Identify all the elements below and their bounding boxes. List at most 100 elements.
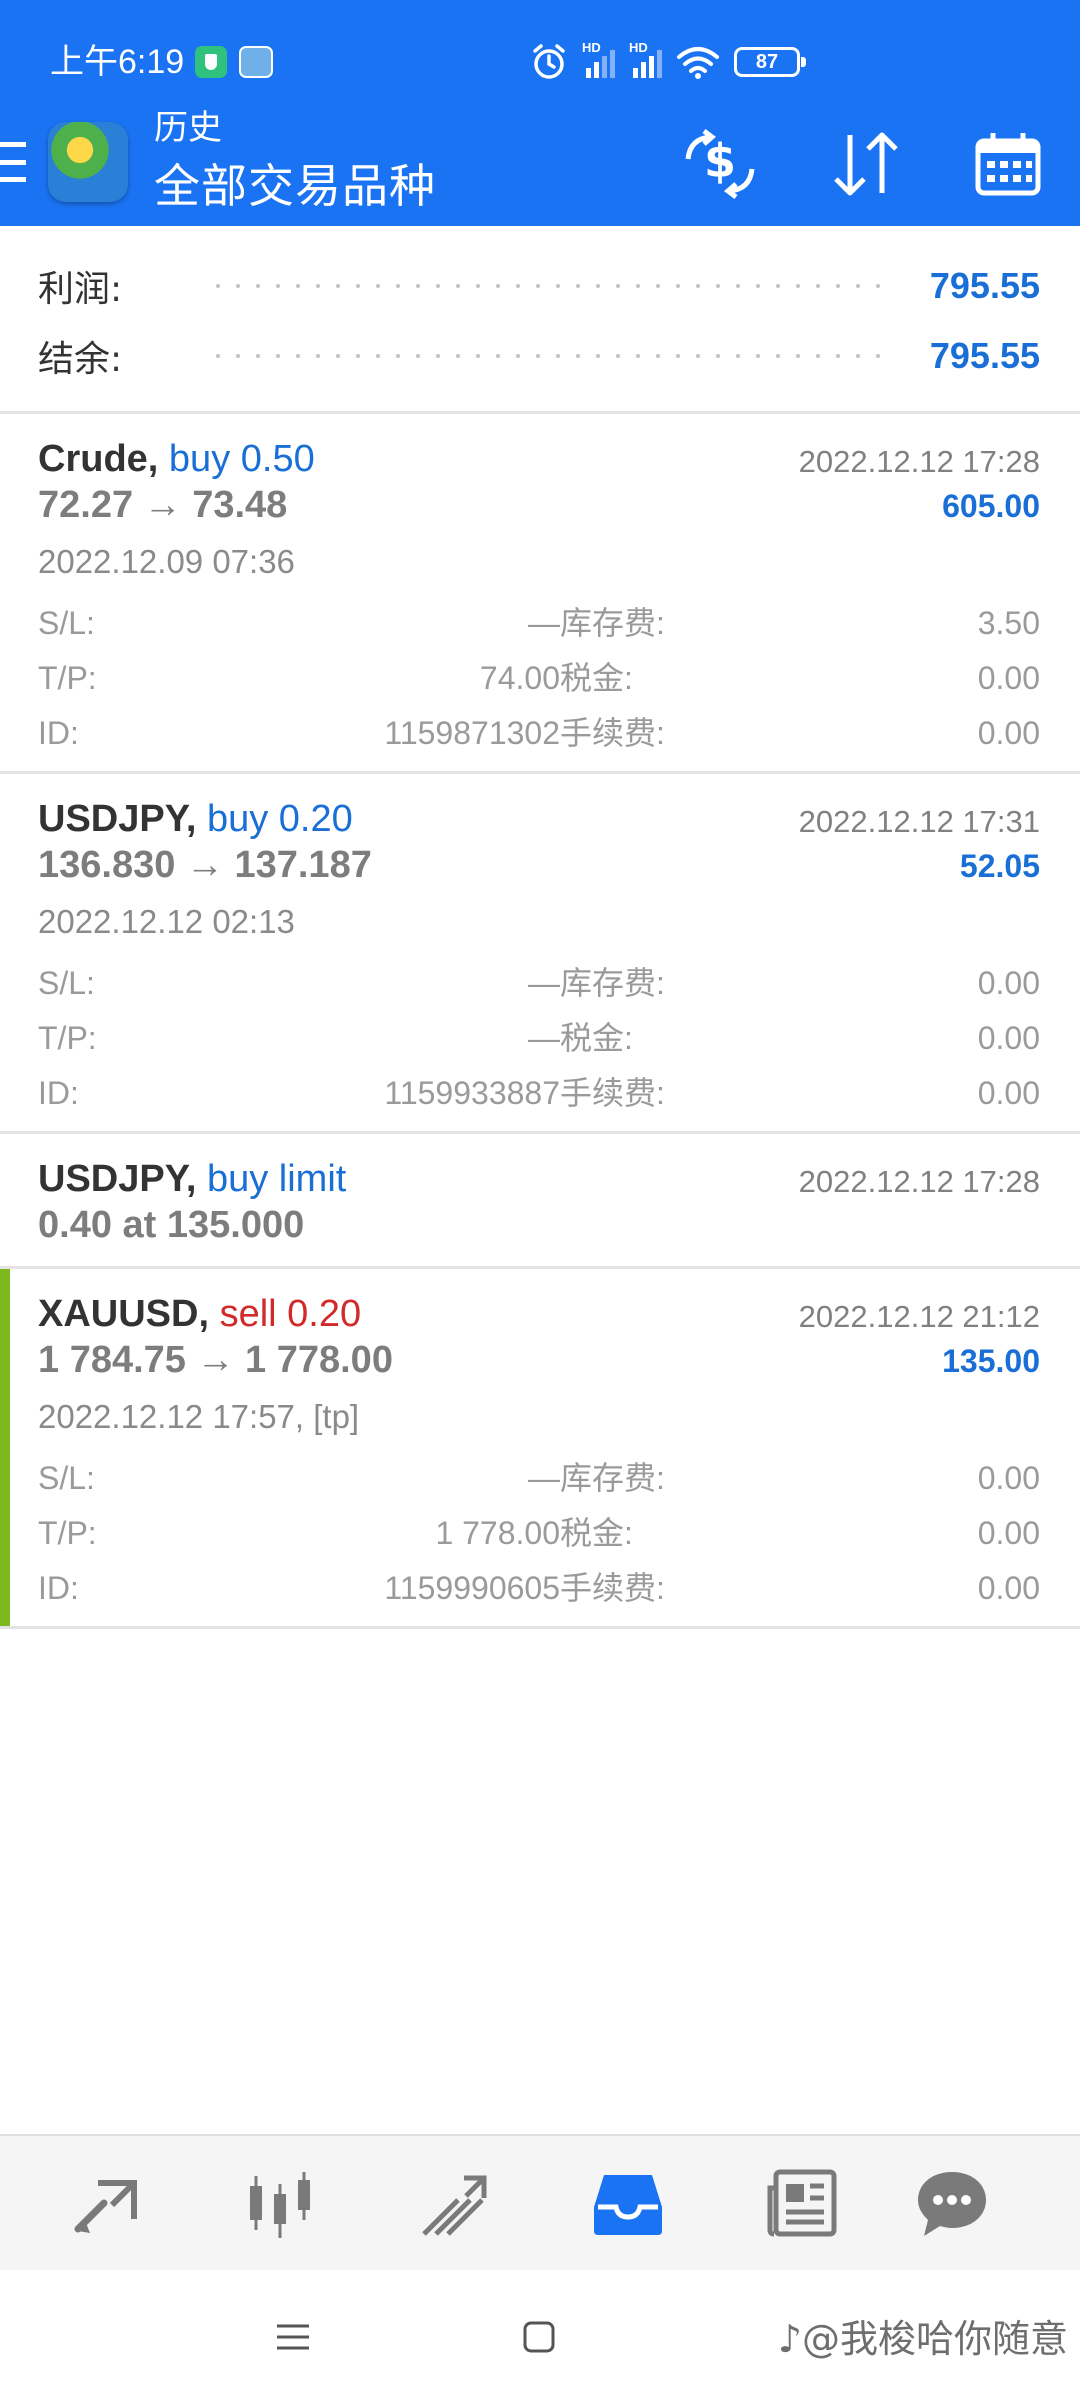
commission-value: 0.00 (977, 1075, 1040, 1111)
sort-icon[interactable] (826, 124, 906, 204)
signal-strength-icon-2: HD (629, 40, 662, 78)
id-value: 1159990605 (384, 1570, 560, 1606)
leader-dots (208, 284, 890, 288)
order-item[interactable]: USDJPY, buy limit 2022.12.12 17:28 0.40 … (0, 1134, 1080, 1269)
status-right-icons: HD HD 87 (530, 40, 806, 84)
deal-prices: 1 784.75 → 1 778.00 (38, 1339, 393, 1381)
battery-icon: 87 (734, 47, 806, 77)
commission-label: 手续费: (560, 1075, 665, 1111)
deal-symbol: XAUUSD, (38, 1293, 210, 1335)
calendar-icon[interactable] (968, 124, 1048, 204)
menu-icon[interactable] (0, 142, 26, 182)
swap-value: 0.00 (977, 965, 1040, 1001)
tp-label: T/P: (38, 1020, 97, 1056)
deal-open-time: 2022.12.12 17:57, [tp] (38, 1398, 360, 1435)
id-label: ID: (38, 715, 79, 751)
watermark: ♪@我梭哈你随意 (777, 2317, 1068, 2361)
sl-value: — (528, 1460, 560, 1496)
balance-value: 795.55 (929, 335, 1040, 376)
deal-prices: 72.27 → 73.48 (38, 484, 288, 526)
tp-value: — (528, 1020, 560, 1056)
sl-label: S/L: (38, 605, 95, 641)
summary-panel: 利润: 795.55 结余: 795.55 (0, 226, 1080, 414)
commission-label: 手续费: (560, 715, 665, 751)
deal-item[interactable]: Crude, buy 0.50 2022.12.12 17:28 72.27 →… (0, 414, 1080, 774)
tax-label: 税金: (560, 1515, 633, 1551)
hd-label-2: HD (629, 40, 648, 55)
quotes-icon[interactable] (68, 2164, 148, 2244)
signal-strength-icon-1: HD (582, 40, 615, 78)
chart-icon[interactable] (240, 2164, 320, 2244)
deal-details: S/L: — 库存费: 0.00 T/P: — 税金: 0.00 ID: 115… (38, 956, 1040, 1121)
security-app-icon (195, 46, 227, 78)
leader-dots (208, 354, 890, 358)
deal-symbol: Crude, (38, 438, 159, 480)
swap-label: 库存费: (560, 1460, 665, 1496)
deal-close-time: 2022.12.12 17:28 (798, 444, 1040, 479)
app-logo (48, 122, 128, 202)
wifi-icon (677, 47, 719, 79)
deal-details: S/L: — 库存费: 0.00 T/P: 1 778.00 税金: 0.00 … (38, 1451, 1040, 1616)
sl-label: S/L: (38, 965, 95, 1001)
news-icon[interactable] (762, 2164, 842, 2244)
id-label: ID: (38, 1075, 79, 1111)
notification-app-icon (239, 46, 273, 78)
deal-item-selected[interactable]: XAUUSD, sell 0.20 2022.12.12 21:12 1 784… (0, 1269, 1080, 1629)
trade-icon[interactable] (414, 2164, 494, 2244)
swap-label: 库存费: (560, 605, 665, 641)
home-icon[interactable] (514, 2312, 564, 2362)
app-header: 上午6:19 HD HD 87 历史 全部交易品种 $ (0, 0, 1080, 226)
page-title: 历史 (154, 108, 222, 148)
profit-value: 795.55 (929, 265, 1040, 306)
tax-value: 0.00 (977, 660, 1040, 696)
deal-symbol: USDJPY, (38, 798, 197, 840)
sl-value: — (528, 965, 560, 1001)
profit-row: 利润: 795.55 (38, 256, 1040, 316)
deal-type: sell 0.20 (219, 1293, 362, 1335)
commission-value: 0.00 (977, 715, 1040, 751)
tax-value: 0.00 (977, 1515, 1040, 1551)
chat-icon[interactable] (912, 2164, 992, 2244)
tax-value: 0.00 (977, 1020, 1040, 1056)
sl-label: S/L: (38, 1460, 95, 1496)
deal-profit: 605.00 (942, 488, 1040, 524)
id-value: 1159871302 (384, 715, 560, 751)
balance-row: 结余: 795.55 (38, 326, 1040, 386)
order-detail: 0.40 at 135.000 (38, 1204, 305, 1246)
commission-label: 手续费: (560, 1570, 665, 1606)
deal-prices: 136.830 → 137.187 (38, 844, 372, 886)
swap-label: 库存费: (560, 965, 665, 1001)
swap-value: 3.50 (977, 605, 1040, 641)
tax-label: 税金: (560, 660, 633, 696)
alarm-icon (533, 44, 565, 79)
deal-details: S/L: — 库存费: 3.50 T/P: 74.00 税金: 0.00 ID:… (38, 596, 1040, 761)
deal-close-time: 2022.12.12 17:31 (798, 804, 1040, 839)
deal-type: buy 0.50 (168, 438, 315, 480)
id-label: ID: (38, 1570, 79, 1606)
order-symbol: USDJPY, (38, 1158, 197, 1200)
status-time: 上午6:19 (50, 43, 185, 81)
menu-icon[interactable] (268, 2312, 318, 2362)
balance-label: 结余: (38, 339, 123, 380)
app-screen: 上午6:19 HD HD 87 历史 全部交易品种 $ 利润: 795.55 结… (0, 0, 1080, 2400)
tp-value: 74.00 (479, 660, 560, 696)
hd-label-1: HD (582, 40, 601, 55)
id-value: 1159933887 (384, 1075, 560, 1111)
status-left-icons (195, 40, 273, 84)
deal-type: buy 0.20 (206, 798, 353, 840)
history-icon[interactable] (588, 2164, 668, 2244)
order-type: buy limit (206, 1158, 347, 1200)
bottom-navigation (0, 2134, 1080, 2270)
commission-value: 0.00 (977, 1570, 1040, 1606)
deal-item[interactable]: USDJPY, buy 0.20 2022.12.12 17:31 136.83… (0, 774, 1080, 1134)
deal-profit: 52.05 (959, 848, 1040, 884)
tp-value: 1 778.00 (435, 1515, 560, 1551)
swap-value: 0.00 (977, 1460, 1040, 1496)
deal-open-time: 2022.12.12 02:13 (38, 903, 295, 940)
symbol-filter-title[interactable]: 全部交易品种 (154, 158, 436, 214)
order-time: 2022.12.12 17:28 (798, 1164, 1040, 1199)
deal-close-time: 2022.12.12 21:12 (798, 1299, 1040, 1334)
deal-open-time: 2022.12.09 07:36 (38, 543, 295, 580)
deal-profit: 135.00 (942, 1343, 1040, 1379)
currency-exchange-icon[interactable]: $ (680, 124, 760, 204)
